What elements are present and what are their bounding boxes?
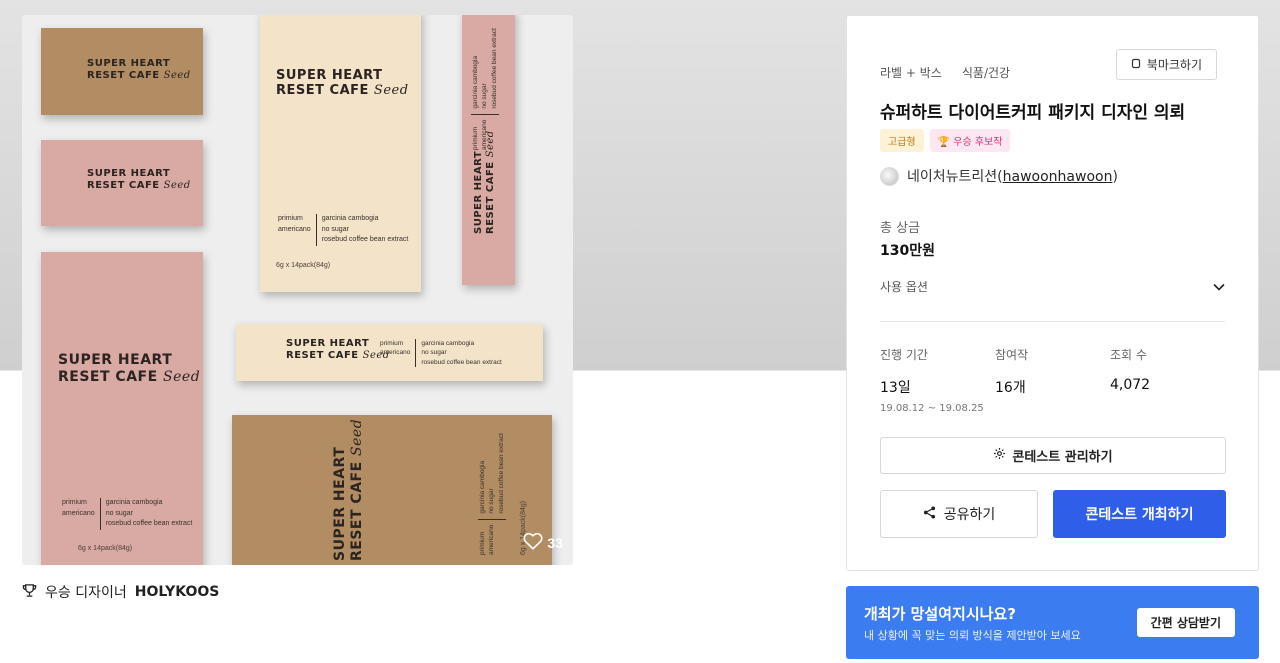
premium-badge: 고급형 xyxy=(880,129,924,152)
manage-contest-label: 콘테스트 관리하기 xyxy=(1012,450,1113,465)
share-button[interactable]: 공유하기 xyxy=(880,490,1038,538)
trophy-icon xyxy=(22,583,37,602)
bookmark-label: 북마크하기 xyxy=(1146,58,1202,72)
contest-owner[interactable]: 네이처뉴트리션(hawoonhawoon) xyxy=(880,166,1118,186)
owner-handle[interactable]: hawoonhawoon xyxy=(1003,169,1113,185)
stick-logo: SUPER HEART RESET CAFE Seed xyxy=(473,130,496,234)
winner-name[interactable]: HOLYKOOS xyxy=(135,584,220,600)
avatar xyxy=(880,166,899,186)
package-logo: SUPER HEART RESET CAFE Seed xyxy=(332,418,365,561)
badges: 고급형 🏆 우승 후보작 xyxy=(880,129,1011,152)
chevron-down-icon xyxy=(1213,280,1225,294)
package-small-pink-box: SUPER HEART RESET CAFE Seed xyxy=(41,140,203,226)
stat-period: 진행 기간 13일 19.08.12 ~ 19.08.25 xyxy=(880,346,984,414)
stat-period-value: 13일 xyxy=(880,380,911,396)
category-food-health[interactable]: 식품/건강 xyxy=(962,64,1010,81)
consultation-button[interactable]: 간편 상담받기 xyxy=(1136,608,1235,637)
package-spec: primium americano garcinia cambogia no sug… xyxy=(380,339,502,368)
package-logo: SUPER HEART RESET CAFE Seed xyxy=(286,338,390,361)
banner-subtext: 내 상황에 꼭 맞는 의뢰 방식을 제안받아 보세요 xyxy=(864,629,1081,642)
manage-contest-button[interactable]: 콘테스트 관리하기 xyxy=(880,437,1226,474)
like-count: 33 xyxy=(547,534,563,551)
package-small-kraft-box: SUPER HEART RESET CAFE Seed xyxy=(41,28,203,115)
stat-views-value: 4,072 xyxy=(1110,377,1151,393)
stat-period-label: 진행 기간 xyxy=(880,348,928,362)
package-pink-stick: primium americano garcinia cambogia no sug… xyxy=(462,15,515,285)
stat-views-label: 조회 수 xyxy=(1110,348,1147,362)
category-label-box[interactable]: 라벨 + 박스 xyxy=(880,64,942,81)
share-icon xyxy=(923,505,936,523)
package-weight: 6g x 14pack(84g) xyxy=(78,545,133,552)
bookmark-icon xyxy=(1131,58,1141,72)
award-candidate-badge: 🏆 우승 후보작 xyxy=(929,129,1011,152)
package-spec: primium americano garcinia cambogia no sug… xyxy=(478,433,507,555)
stat-views: 조회 수 4,072 xyxy=(1110,346,1150,393)
heart-outline-icon xyxy=(523,532,543,553)
package-logo: SUPER HEART RESET CAFE Seed xyxy=(58,352,201,385)
package-logo: SUPER HEART RESET CAFE Seed xyxy=(276,68,409,99)
owner-name: 네이처뉴트리션 xyxy=(907,169,998,185)
stat-entries-label: 참여작 xyxy=(995,348,1029,362)
package-spec: primium americano garcinia cambogia no sug… xyxy=(62,498,192,530)
consultation-banner: 개최가 망설여지시나요? 내 상황에 꼭 맞는 의뢰 방식을 제안받아 보세요 … xyxy=(846,586,1259,659)
breadcrumb: 라벨 + 박스 식품/건강 xyxy=(880,64,1010,81)
package-logo: SUPER HEART RESET CAFE Seed xyxy=(87,58,191,81)
banner-heading: 개최가 망설여지시나요? xyxy=(864,605,1016,623)
package-tall-cream-box: SUPER HEART RESET CAFE Seed primium ameri… xyxy=(260,15,421,292)
stat-entries: 참여작 16개 xyxy=(995,346,1028,397)
stat-entries-value: 16개 xyxy=(995,380,1026,396)
contest-info-panel: 라벨 + 박스 식품/건강 북마크하기 슈퍼하트 다이어트커피 패키지 디자인 … xyxy=(846,15,1259,571)
page-title: 슈퍼하트 다이어트커피 패키지 디자인 의뢰 xyxy=(880,103,1186,123)
package-spec: primium americano garcinia cambogia no sug… xyxy=(278,214,408,246)
winner-designer: 우승 디자이너 HOLYKOOS xyxy=(22,582,219,602)
package-logo: SUPER HEART RESET CAFE Seed xyxy=(87,168,191,191)
share-label: 공유하기 xyxy=(943,507,996,523)
divider xyxy=(880,321,1225,322)
prize-value: 130만원 xyxy=(880,243,935,259)
prize-label: 총 상금 xyxy=(880,221,921,236)
options-toggle[interactable]: 사용 옵션 xyxy=(880,278,1225,295)
package-cream-stick: SUPER HEART RESET CAFE Seed primium ameri… xyxy=(236,324,543,381)
host-contest-button[interactable]: 콘테스트 개최하기 xyxy=(1053,490,1226,538)
product-image[interactable]: SUPER HEART RESET CAFE Seed SUPER HEART … xyxy=(22,15,573,565)
winner-label: 우승 디자이너 xyxy=(45,585,127,601)
gear-icon xyxy=(993,447,1006,464)
like-button[interactable]: 33 xyxy=(523,532,563,553)
package-large-kraft-box: SUPER HEART RESET CAFE Seed primium ameri… xyxy=(232,415,552,565)
package-tall-pink-box: SUPER HEART RESET CAFE Seed primium ameri… xyxy=(41,252,203,565)
package-weight: 6g x 14pack(84g) xyxy=(276,262,331,269)
stat-period-range: 19.08.12 ~ 19.08.25 xyxy=(880,403,984,414)
host-contest-label: 콘테스트 개최하기 xyxy=(1085,507,1194,523)
bookmark-button[interactable]: 북마크하기 xyxy=(1115,49,1217,80)
options-label: 사용 옵션 xyxy=(880,280,928,294)
